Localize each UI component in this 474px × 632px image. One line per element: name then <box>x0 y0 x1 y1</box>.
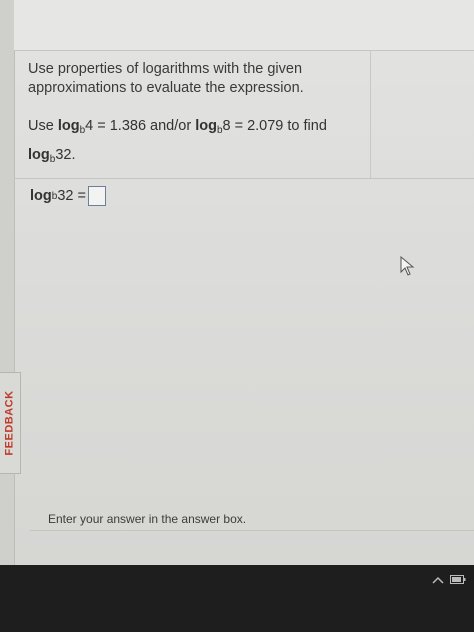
left-strip <box>0 0 15 565</box>
question-panel: Use properties of logarithms with the gi… <box>14 50 474 179</box>
battery-icon[interactable] <box>450 575 466 587</box>
question-instructions: Use properties of logarithms with the gi… <box>28 61 304 96</box>
panel-divider <box>370 50 371 178</box>
top-bar <box>14 0 474 51</box>
find-rest: 32. <box>55 147 76 163</box>
find-fn: log <box>28 147 50 163</box>
feedback-tab[interactable]: FEEDBACK <box>0 372 21 474</box>
chevron-up-icon[interactable] <box>432 576 444 587</box>
answer-input-box[interactable] <box>87 186 106 206</box>
taskbar <box>0 565 474 632</box>
answer-rest: 32 = <box>57 188 86 204</box>
answer-row: log b 32 = <box>30 186 106 206</box>
answer-hint: Enter your answer in the answer box. <box>48 512 247 526</box>
feedback-label: FEEDBACK <box>4 390 16 456</box>
footer-divider <box>30 530 474 531</box>
mouse-cursor-icon <box>400 255 416 281</box>
answer-fn: log <box>30 188 52 204</box>
given-approximations: Use logb4 = 1.386 and/or logb8 = 2.079 t… <box>28 114 368 172</box>
log1-fn: log <box>57 118 80 134</box>
log2-fn: log <box>195 118 217 134</box>
given-prefix: Use <box>28 118 58 134</box>
system-tray <box>432 575 466 587</box>
log2-rest: 8 = 2.079 to find <box>222 118 327 134</box>
screen: FEEDBACK Use properties of logarithms wi… <box>0 0 474 565</box>
log1-rest: 4 = 1.386 and/or <box>85 118 196 134</box>
